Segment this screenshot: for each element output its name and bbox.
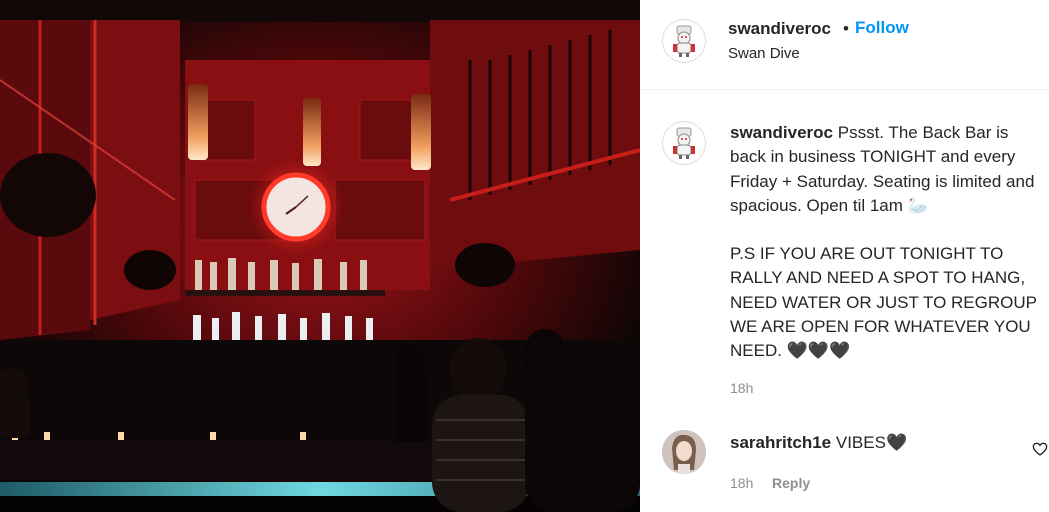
chef-mascot-icon <box>673 25 695 57</box>
caption-avatar[interactable] <box>662 121 706 165</box>
caption-username[interactable]: swandiveroc <box>730 123 833 142</box>
comment-timestamp: 18h <box>730 475 754 491</box>
post-image[interactable] <box>0 0 640 512</box>
caption-text: swandiveroc Pssst. The Back Bar is back … <box>730 121 1042 364</box>
comment-username[interactable]: sarahritch1e <box>730 433 831 452</box>
caption-timestamp[interactable]: 18h <box>730 380 753 396</box>
post-side-panel: swandiveroc • Follow Swan Dive swandiver… <box>640 0 1049 512</box>
caption-body-ps: P.S IF YOU ARE OUT TONIGHT TO RALLY AND … <box>730 244 1037 361</box>
comment-item: sarahritch1e VIBES🖤 18h Reply <box>640 425 1049 512</box>
follow-button[interactable]: Follow <box>855 18 909 38</box>
separator-dot: • <box>843 19 849 38</box>
reply-button[interactable]: Reply <box>772 475 810 491</box>
bar-photo <box>0 0 640 512</box>
comment-body: VIBES🖤 <box>835 433 908 452</box>
commenter-avatar[interactable] <box>662 430 706 474</box>
profile-photo-icon <box>662 430 706 474</box>
comment-text: sarahritch1e VIBES🖤 <box>730 433 907 453</box>
chef-mascot-icon <box>673 127 695 159</box>
heart-outline-icon[interactable] <box>1032 441 1048 457</box>
post-header: swandiveroc • Follow Swan Dive <box>640 0 1049 90</box>
author-username[interactable]: swandiveroc <box>728 19 831 39</box>
post-location[interactable]: Swan Dive <box>728 45 800 62</box>
author-avatar[interactable] <box>662 19 706 63</box>
